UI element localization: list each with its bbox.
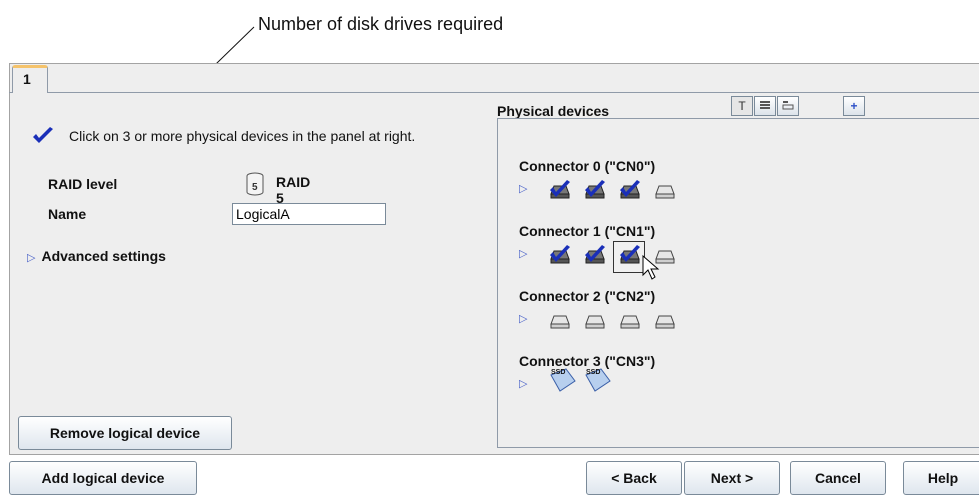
connector-0-expand-icon[interactable]: ▷ [519, 182, 527, 195]
connector-2-label: Connector 2 ("CN2") [519, 288, 656, 304]
physical-devices-title: Physical devices [497, 103, 610, 119]
connector-3-expand-icon[interactable]: ▷ [519, 377, 527, 390]
ssd-drive-icon[interactable]: SSD [548, 367, 578, 397]
expand-triangle-icon: ▷ [27, 252, 36, 264]
connector-1-label: Connector 1 ("CN1") [519, 223, 656, 239]
mouse-cursor-icon [642, 255, 660, 280]
annotation-label: Number of disk drives required [258, 14, 504, 34]
disk-drive-icon[interactable] [548, 310, 572, 330]
cancel-button[interactable]: Cancel [790, 461, 886, 495]
raid-level-text: RAID 5 [276, 174, 311, 206]
add-view-button[interactable]: + [843, 96, 865, 116]
tab-baseline [9, 92, 979, 93]
instruction-text: Click on 3 or more physical devices in t… [69, 128, 416, 144]
next-button[interactable]: Next > [684, 461, 780, 495]
selected-disk-drive-icon[interactable] [618, 180, 642, 200]
checkmark-icon [33, 127, 53, 143]
raid-level-label: RAID level [48, 176, 118, 192]
view-detail-button[interactable] [777, 96, 799, 116]
selected-disk-drive-icon[interactable] [618, 245, 642, 265]
disk-drive-icon[interactable] [618, 310, 642, 330]
selected-disk-drive-icon[interactable] [548, 180, 572, 200]
raid-level-value: 5 RAID 5 [244, 171, 310, 206]
disk-drive-icon[interactable] [653, 310, 677, 330]
disk-drive-icon[interactable] [583, 310, 607, 330]
disk-drive-icon[interactable] [653, 180, 677, 200]
add-logical-device-button[interactable]: Add logical device [9, 461, 197, 495]
name-input[interactable] [232, 203, 386, 225]
detail-view-icon [782, 101, 794, 110]
ssd-drive-icon[interactable]: SSD [583, 367, 613, 397]
connector-0-label: Connector 0 ("CN0") [519, 158, 656, 174]
list-view-icon [760, 101, 770, 109]
remove-logical-device-button[interactable]: Remove logical device [18, 416, 232, 450]
svg-text:SSD: SSD [551, 369, 565, 376]
back-button[interactable]: < Back [586, 461, 682, 495]
name-label: Name [48, 206, 87, 222]
tab-logical-device-1[interactable]: 1 [12, 65, 48, 93]
help-button[interactable]: Help [903, 461, 979, 495]
connector-2-expand-icon[interactable]: ▷ [519, 312, 527, 325]
selected-disk-drive-icon[interactable] [548, 245, 572, 265]
view-list-button[interactable] [754, 96, 776, 116]
advanced-settings-label: Advanced settings [41, 248, 166, 264]
view-text-button[interactable]: T [731, 96, 753, 116]
selected-disk-drive-icon[interactable] [583, 180, 607, 200]
svg-text:5: 5 [252, 182, 258, 193]
raid-5-icon: 5 [246, 172, 264, 196]
connector-1-expand-icon[interactable]: ▷ [519, 247, 527, 260]
selected-disk-drive-icon[interactable] [583, 245, 607, 265]
advanced-settings-toggle[interactable]: ▷ Advanced settings [27, 248, 166, 264]
svg-text:SSD: SSD [586, 369, 600, 376]
